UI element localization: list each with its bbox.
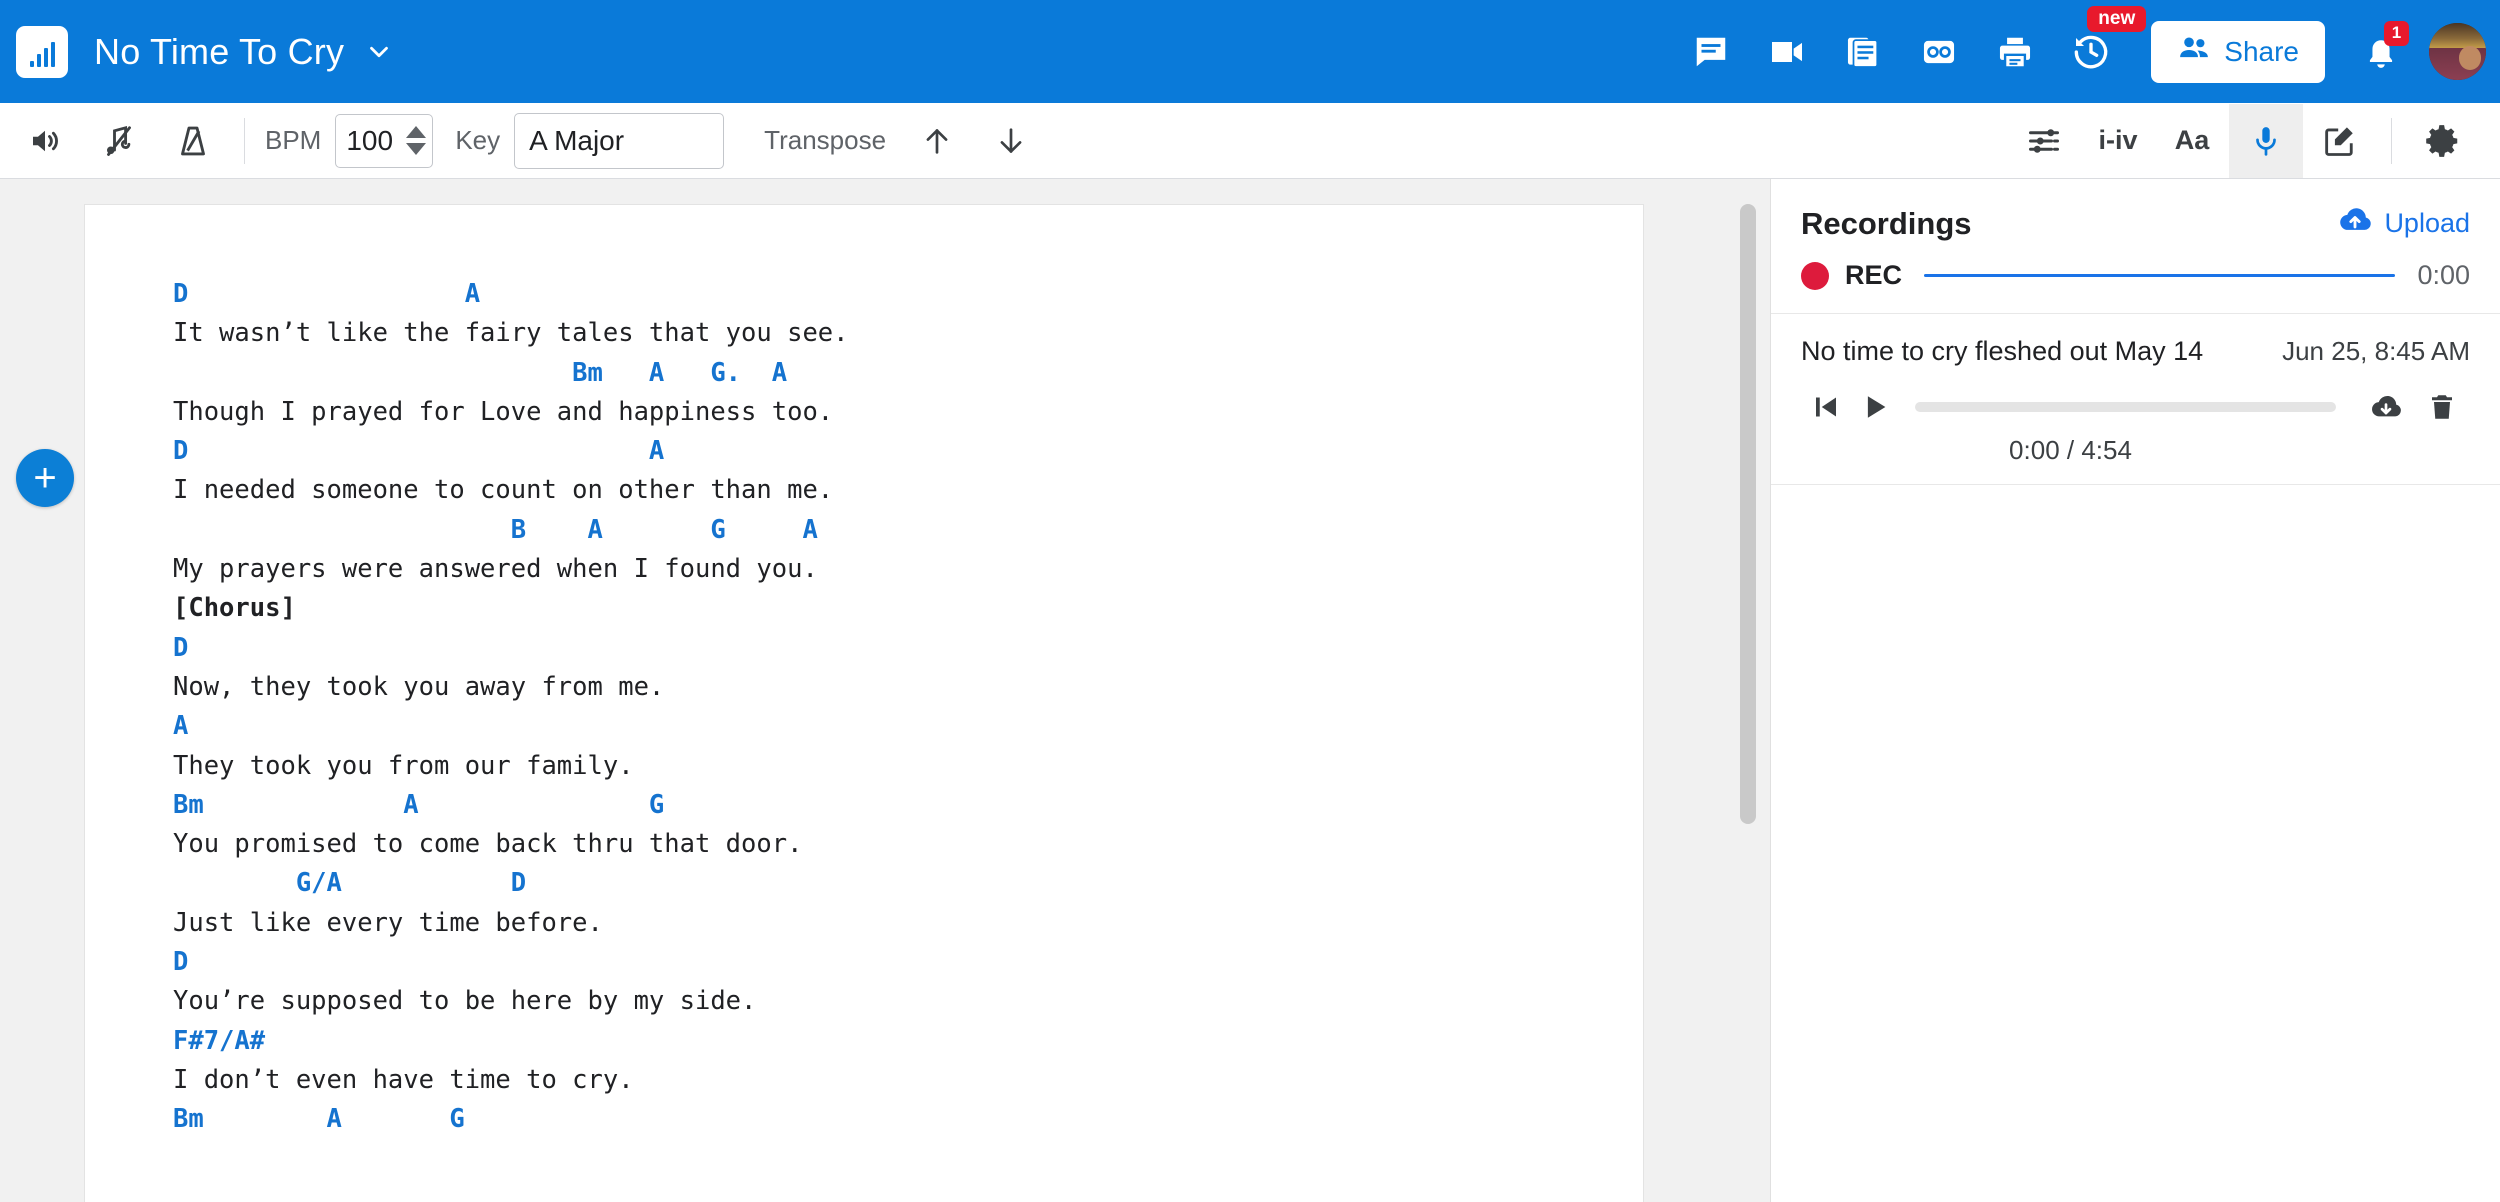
toolbar-right-group: i-iv Aa xyxy=(2007,103,2500,178)
lyric-line: Though I prayed for Love and happiness t… xyxy=(173,396,834,427)
speaker-volume-icon[interactable] xyxy=(8,104,82,178)
recordings-title: Recordings xyxy=(1801,205,1972,241)
upload-label: Upload xyxy=(2384,208,2470,238)
stepper-down-icon xyxy=(406,143,427,155)
printer-icon[interactable] xyxy=(1977,19,2053,85)
cloud-download-icon[interactable] xyxy=(2358,385,2414,429)
chart-bars-logo-icon[interactable] xyxy=(16,25,68,78)
arrow-down-icon[interactable] xyxy=(974,104,1048,178)
toolbar-divider xyxy=(244,117,245,164)
chord-line: Bm A G xyxy=(173,789,665,820)
voicemail-icon[interactable] xyxy=(1901,19,1977,85)
chord-line: Bm A G xyxy=(173,1104,465,1135)
note-slash-icon[interactable] xyxy=(82,104,156,178)
lyric-line: I needed someone to count on other than … xyxy=(173,475,834,506)
chord-line: A xyxy=(173,711,189,742)
scrollbar-thumb[interactable] xyxy=(1740,204,1756,824)
pages-icon[interactable] xyxy=(1825,19,1901,85)
lyric-line: You promised to come back thru that door… xyxy=(173,829,803,860)
chord-line: D A xyxy=(173,279,481,309)
recordings-panel-header: Recordings Upload xyxy=(1771,179,2500,242)
bpm-label: BPM xyxy=(265,125,322,155)
new-badge: new xyxy=(2087,5,2147,33)
chord-line: F#7/A# xyxy=(173,1025,266,1056)
record-timer: 0:00 xyxy=(2417,260,2470,290)
history-icon[interactable]: new xyxy=(2053,5,2147,85)
lyric-line: Just like every time before. xyxy=(173,907,603,938)
recordings-panel: Recordings Upload REC 0:00 No time to cr… xyxy=(1770,179,2500,1202)
lyric-line: You’re supposed to be here by my side. xyxy=(173,986,757,1017)
comment-icon[interactable] xyxy=(1673,19,1749,85)
cloud-upload-icon xyxy=(2337,205,2373,242)
share-button-label: Share xyxy=(2224,35,2299,67)
metronome-icon[interactable] xyxy=(156,104,230,178)
chord-sheet-page[interactable]: D A It wasn’t like the fairy tales that y… xyxy=(84,204,1644,1202)
playback-progress-bar[interactable] xyxy=(1915,402,2336,412)
nashville-numbers-button[interactable]: i-iv xyxy=(2081,104,2155,178)
editor-stage: + D A It wasn’t like the fairy tales that… xyxy=(0,179,1770,1202)
microphone-icon[interactable] xyxy=(2229,103,2303,178)
trash-icon[interactable] xyxy=(2414,385,2470,429)
add-section-button[interactable]: + xyxy=(16,449,74,507)
sliders-icon[interactable] xyxy=(2007,104,2081,178)
bpm-value: 100 xyxy=(346,124,394,156)
key-label: Key xyxy=(455,125,501,155)
play-icon[interactable] xyxy=(1851,385,1901,429)
app-header: No Time To Cry new Share 1 xyxy=(0,0,2500,103)
chord-line: G/A D xyxy=(173,868,527,899)
chevron-down-icon[interactable] xyxy=(364,37,394,67)
chord-line: D xyxy=(173,632,189,663)
rec-label: REC xyxy=(1845,260,1903,290)
skip-back-icon[interactable] xyxy=(1801,385,1851,429)
video-camera-icon[interactable] xyxy=(1749,19,1825,85)
transpose-label: Transpose xyxy=(764,125,887,155)
chord-line: D A xyxy=(173,436,665,467)
record-dot-icon[interactable] xyxy=(1801,261,1829,290)
logo-bars xyxy=(29,41,55,67)
lyric-line: They took you from our family. xyxy=(173,750,634,781)
stepper-up-icon xyxy=(406,126,427,138)
gear-icon[interactable] xyxy=(2406,104,2480,178)
lyric-line: It wasn’t like the fairy tales that you … xyxy=(173,318,849,349)
record-waveform-line xyxy=(1924,274,2396,277)
chord-line: D xyxy=(173,947,189,978)
music-toolbar: BPM 100 Key A Major Transpose i-iv Aa xyxy=(0,103,2500,179)
people-icon xyxy=(2177,31,2211,72)
chord-line: B A G A xyxy=(173,514,818,545)
bell-icon[interactable]: 1 xyxy=(2343,19,2419,85)
font-size-button[interactable]: Aa xyxy=(2155,104,2229,178)
bpm-stepper[interactable] xyxy=(406,126,427,155)
playback-duration: 0:00 / 4:54 xyxy=(2009,435,2132,465)
chord-sheet-content[interactable]: D A It wasn’t like the fairy tales that y… xyxy=(173,275,1643,1140)
lyric-line: Now, they took you away from me. xyxy=(173,671,665,702)
record-control-row: REC 0:00 xyxy=(1771,242,2500,314)
bpm-input[interactable]: 100 xyxy=(335,113,434,168)
recording-controls xyxy=(1801,385,2470,429)
upload-button[interactable]: Upload xyxy=(2337,205,2470,242)
arrow-up-icon[interactable] xyxy=(900,104,974,178)
toolbar-divider-right xyxy=(2391,117,2392,164)
vertical-scrollbar[interactable] xyxy=(1740,204,1756,1179)
list-item[interactable]: No time to cry fleshed out May 14 Jun 25… xyxy=(1771,314,2500,485)
avatar[interactable] xyxy=(2429,23,2486,80)
section-label: [Chorus] xyxy=(173,593,296,624)
share-button[interactable]: Share xyxy=(2151,20,2325,83)
header-actions: new Share 1 xyxy=(1673,5,2500,85)
chord-line: Bm A G. A xyxy=(173,357,788,388)
page-title[interactable]: No Time To Cry xyxy=(94,31,344,73)
key-select[interactable]: A Major xyxy=(514,112,725,169)
edit-square-icon[interactable] xyxy=(2303,104,2377,178)
notification-count-badge: 1 xyxy=(2384,20,2409,46)
recording-item-header: No time to cry fleshed out May 14 Jun 25… xyxy=(1801,336,2470,367)
lyric-line: I don’t even have time to cry. xyxy=(173,1064,634,1095)
recording-date: Jun 25, 8:45 AM xyxy=(2282,336,2470,366)
recording-name[interactable]: No time to cry fleshed out May 14 xyxy=(1801,336,2203,367)
lyric-line: My prayers were answered when I found yo… xyxy=(173,554,818,585)
